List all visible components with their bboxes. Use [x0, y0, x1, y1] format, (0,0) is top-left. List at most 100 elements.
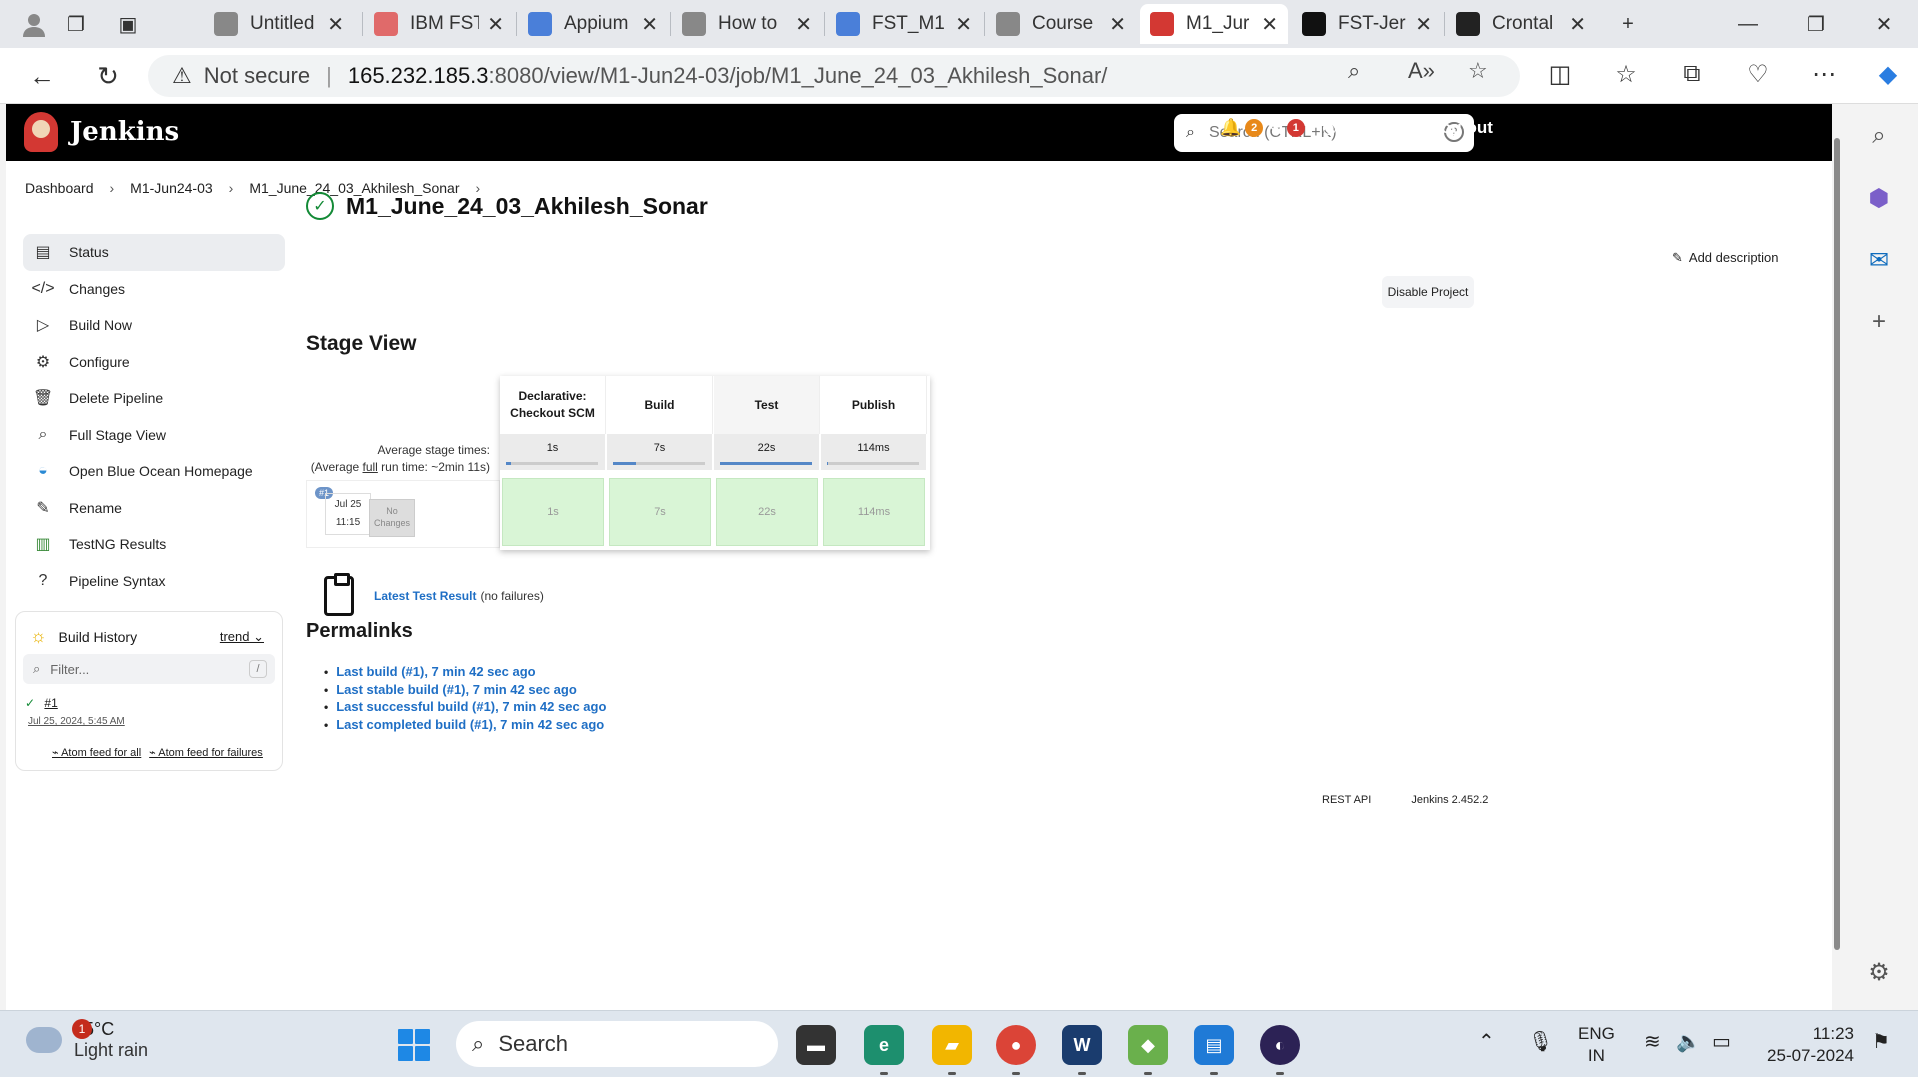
build-filter-input[interactable]: ⌕ Filter... /: [23, 654, 275, 684]
run-row-header[interactable]: #1 Jul 25 11:15 No Changes: [306, 480, 500, 548]
git-tool-icon[interactable]: ◆: [1128, 1025, 1168, 1065]
read-aloud-icon[interactable]: A»: [1408, 58, 1435, 84]
url-field[interactable]: ⚠ Not secure | 165.232.185.3 :8080/view/…: [148, 55, 1520, 97]
jenkins-version-link[interactable]: Jenkins 2.452.2: [1411, 794, 1488, 806]
task-full-stage-view[interactable]: ⌕ Full Stage View: [23, 417, 285, 454]
system-clock[interactable]: 11:23 25-07-2024: [1762, 1023, 1854, 1067]
task-view-icon[interactable]: ▬: [796, 1025, 836, 1065]
feed-all-link[interactable]: ⌁ Atom feed for all: [52, 746, 141, 759]
close-tab-icon[interactable]: ✕: [1109, 12, 1126, 37]
close-tab-icon[interactable]: ✕: [327, 12, 344, 37]
copilot-icon[interactable]: ◆: [1870, 60, 1906, 89]
split-screen-icon[interactable]: ◫: [1542, 60, 1578, 89]
browser-tab[interactable]: Appium ✕: [518, 4, 668, 44]
task-build-now[interactable]: ▷ Build Now: [23, 307, 285, 344]
zoom-icon[interactable]: ⌕: [1348, 58, 1360, 84]
language-indicator[interactable]: ENG IN: [1578, 1023, 1615, 1067]
back-button[interactable]: ←: [22, 58, 62, 94]
wifi-icon[interactable]: ≋: [1644, 1029, 1661, 1054]
outlook-icon[interactable]: ✉: [1859, 240, 1899, 280]
edge-browser-icon[interactable]: e: [864, 1025, 904, 1065]
copilot-sidebar-icon[interactable]: ⬢: [1859, 178, 1899, 218]
start-button[interactable]: [398, 1029, 430, 1061]
feed-failures-link[interactable]: ⌁ Atom feed for failures: [149, 746, 263, 759]
task-delete-pipeline[interactable]: 🗑 Delete Pipeline: [23, 380, 285, 417]
task-pipeline-syntax[interactable]: ? Pipeline Syntax: [23, 563, 285, 600]
task-open-blue-ocean-homepage[interactable]: ◒ Open Blue Ocean Homepage: [23, 453, 285, 490]
minimize-button[interactable]: —: [1720, 4, 1776, 44]
favorites-icon[interactable]: ☆: [1608, 60, 1644, 89]
mic-muted-icon[interactable]: 🎙: [1528, 1029, 1553, 1054]
collections-icon[interactable]: ⧉: [1674, 60, 1710, 88]
task-status[interactable]: ▤ Status: [23, 234, 285, 271]
build-date-link[interactable]: Jul 25, 2024, 5:45 AM: [28, 716, 125, 727]
logout-link[interactable]: ⇥ log out: [1416, 118, 1493, 138]
close-tab-icon[interactable]: ✕: [1261, 12, 1278, 37]
restore-button[interactable]: ❐: [1788, 4, 1844, 44]
security-button[interactable]: ⛨ 1: [1270, 118, 1305, 138]
gear-icon[interactable]: ⚙: [1859, 952, 1899, 992]
trend-link[interactable]: trend ⌄: [220, 629, 264, 645]
close-tab-icon[interactable]: ✕: [955, 12, 972, 37]
close-window-button[interactable]: ✕: [1856, 4, 1912, 44]
user-menu[interactable]: ◉ Admin ⌄: [1322, 118, 1418, 138]
browser-tab[interactable]: Course ✕: [986, 4, 1136, 44]
add-sidebar-icon[interactable]: +: [1859, 302, 1899, 342]
task-testng-results[interactable]: ▥ TestNG Results: [23, 526, 285, 563]
browser-tab[interactable]: Crontal ✕: [1446, 4, 1596, 44]
new-tab-button[interactable]: +: [1612, 8, 1644, 40]
breadcrumb-view[interactable]: M1-Jun24-03: [130, 180, 213, 196]
weather-widget[interactable]: 1 25°C Light rain: [26, 1019, 148, 1061]
rest-api-link[interactable]: REST API: [1322, 794, 1371, 806]
eclipse-icon[interactable]: ◐: [1260, 1025, 1300, 1065]
stage-result-cell[interactable]: 22s: [716, 478, 818, 546]
build-number-link[interactable]: #1: [44, 696, 57, 710]
add-description-link[interactable]: ✎ Add description: [1672, 250, 1779, 266]
file-explorer-icon[interactable]: ▰: [932, 1025, 972, 1065]
latest-test-result-link[interactable]: Latest Test Result: [374, 589, 476, 603]
task-rename[interactable]: ✎ Rename: [23, 490, 285, 527]
permalink-item[interactable]: Last successful build (#1), 7 min 42 sec…: [324, 699, 606, 717]
workspaces-icon[interactable]: ❐: [60, 8, 92, 40]
notepad-icon[interactable]: ▤: [1194, 1025, 1234, 1065]
performance-icon[interactable]: ♡: [1740, 60, 1776, 89]
permalink-item[interactable]: Last build (#1), 7 min 42 sec ago: [324, 664, 606, 682]
disable-project-button[interactable]: Disable Project: [1382, 276, 1474, 308]
more-menu-icon[interactable]: ⋯: [1806, 60, 1842, 89]
permalink-item[interactable]: Last stable build (#1), 7 min 42 sec ago: [324, 682, 606, 700]
close-tab-icon[interactable]: ✕: [795, 12, 812, 37]
stage-result-cell[interactable]: 114ms: [823, 478, 925, 546]
stage-result-cell[interactable]: 1s: [502, 478, 604, 546]
battery-icon[interactable]: ▭: [1712, 1029, 1731, 1054]
close-tab-icon[interactable]: ✕: [1569, 12, 1586, 37]
volume-icon[interactable]: 🔈: [1676, 1029, 1701, 1054]
favorite-star-icon[interactable]: ☆: [1468, 58, 1488, 84]
close-tab-icon[interactable]: ✕: [641, 12, 658, 37]
notifications-icon[interactable]: ⚑: [1872, 1029, 1890, 1054]
taskbar-search[interactable]: ⌕ Search: [456, 1021, 778, 1067]
permalink-item[interactable]: Last completed build (#1), 7 min 42 sec …: [324, 717, 606, 735]
browser-tab[interactable]: IBM FST ✕: [364, 4, 514, 44]
search-icon[interactable]: ⌕: [1859, 116, 1899, 156]
webex-icon[interactable]: W: [1062, 1025, 1102, 1065]
close-tab-icon[interactable]: ✕: [487, 12, 504, 37]
browser-tab[interactable]: FST-Jer ✕: [1292, 4, 1442, 44]
jenkins-logo[interactable]: Jenkins: [24, 112, 179, 152]
reload-button[interactable]: ↻: [88, 58, 128, 94]
chevron-up-icon[interactable]: ⌃: [1478, 1029, 1495, 1054]
close-tab-icon[interactable]: ✕: [1415, 12, 1432, 37]
profile-icon[interactable]: [18, 8, 50, 40]
task-changes[interactable]: </> Changes: [23, 271, 285, 308]
browser-tab[interactable]: FST_M1 ✕: [826, 4, 982, 44]
breadcrumb-dashboard[interactable]: Dashboard: [25, 180, 94, 196]
stage-result-cell[interactable]: 7s: [609, 478, 711, 546]
notifications-button[interactable]: 🔔 2: [1220, 118, 1264, 138]
browser-tab[interactable]: Untitled ✕: [204, 4, 354, 44]
chrome-icon[interactable]: ●: [996, 1025, 1036, 1065]
tab-actions-icon[interactable]: ▣: [112, 8, 144, 40]
browser-tab[interactable]: How to ✕: [672, 4, 822, 44]
avg-full-link[interactable]: full: [363, 460, 378, 474]
task-configure[interactable]: ⚙ Configure: [23, 344, 285, 381]
security-label[interactable]: Not secure: [204, 63, 310, 89]
browser-tab[interactable]: M1_Jur ✕: [1140, 4, 1288, 44]
